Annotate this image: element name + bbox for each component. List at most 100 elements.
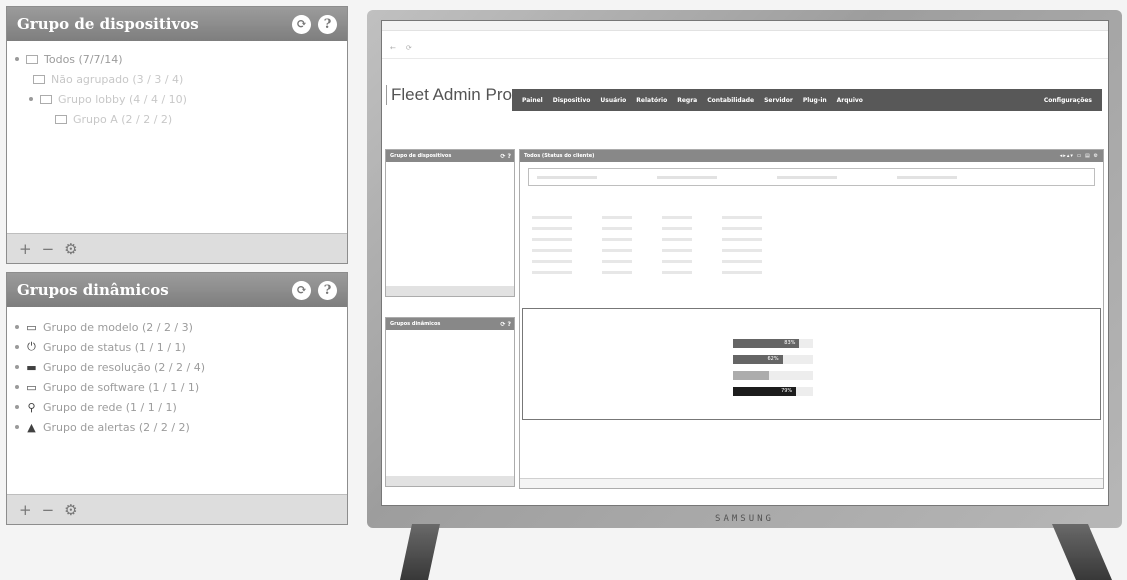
help-icon[interactable]: ? — [318, 280, 337, 300]
folder-icon — [26, 54, 38, 64]
nav-item[interactable]: Painel — [522, 97, 543, 104]
expand-icon[interactable] — [29, 97, 33, 101]
display-icon: ▬ — [26, 360, 37, 374]
folder-icon — [40, 94, 52, 104]
device-groups-title: Grupo de dispositivos — [17, 15, 199, 33]
dynamic-group-label: Grupo de software (1 / 1 / 1) — [43, 380, 200, 394]
dynamic-group-list: ▭ Grupo de modelo (2 / 2 / 3) ⏻ Grupo de… — [7, 307, 347, 445]
status-filter-bar[interactable] — [528, 168, 1095, 186]
table-row[interactable] — [520, 267, 1103, 278]
tree-item-all[interactable]: Todos (7/7/14) — [15, 49, 339, 69]
add-group-button[interactable]: + — [19, 240, 32, 258]
back-arrow-icon[interactable]: ← — [390, 44, 396, 52]
dynamic-group-item[interactable]: ▲ Grupo de alertas (2 / 2 / 2) — [15, 417, 339, 437]
filter-item[interactable] — [777, 175, 837, 179]
dynamic-group-label: Grupo de status (1 / 1 / 1) — [43, 340, 186, 354]
power-icon: ⏻ — [27, 340, 36, 353]
refresh-icon[interactable]: ⟳ — [292, 14, 311, 34]
tree-item-label: Grupo A (2 / 2 / 2) — [73, 112, 173, 126]
dynamic-groups-footer: + − ⚙ — [7, 494, 347, 524]
dynamic-group-label: Grupo de alertas (2 / 2 / 2) — [43, 420, 190, 434]
monitor-stand-left — [400, 524, 440, 580]
dynamic-groups-header: Grupos dinâmicos ⟳ ? — [7, 273, 347, 307]
device-groups-panel: Grupo de dispositivos ⟳ ? Todos (7/7/14)… — [6, 6, 348, 264]
list-bullet — [15, 405, 19, 409]
tree-item-lobby[interactable]: Grupo lobby (4 / 4 / 10) — [15, 89, 339, 109]
nav-item[interactable]: Relatório — [636, 97, 667, 104]
dynamic-group-label: Grupo de resolução (2 / 2 / 4) — [43, 360, 206, 374]
device-detail-panel: 83% 62% 79% — [522, 308, 1101, 420]
dynamic-group-item[interactable]: ▭ Grupo de modelo (2 / 2 / 3) — [15, 317, 339, 337]
screen-main-header: Todos (Status do cliente) ◂▸▴▾ ▭ ▤ ⚙ — [520, 150, 1103, 162]
toolbar-icons[interactable]: ◂▸▴▾ ▭ ▤ ⚙ — [1060, 153, 1099, 159]
tree-item-ungrouped[interactable]: Não agrupado (3 / 3 / 4) — [15, 69, 339, 89]
dynamic-groups-title: Grupos dinâmicos — [17, 281, 169, 299]
list-bullet — [15, 365, 19, 369]
remove-group-button[interactable]: − — [42, 240, 55, 258]
dynamic-group-item[interactable]: ⚲ Grupo de rede (1 / 1 / 1) — [15, 397, 339, 417]
monitor-icon: ▭ — [26, 380, 37, 394]
dynamic-group-label: Grupo de rede (1 / 1 / 1) — [43, 400, 177, 414]
device-groups-footer: + − ⚙ — [7, 233, 347, 263]
screen-panel-title: Grupos dinâmicos — [390, 321, 441, 327]
remove-group-button[interactable]: − — [42, 501, 55, 519]
list-bullet — [15, 325, 19, 329]
filter-item[interactable] — [537, 175, 597, 179]
device-group-tree: Todos (7/7/14) Não agrupado (3 / 3 / 4) … — [7, 41, 347, 137]
app-logo: Fleet Admin Pro — [386, 85, 512, 105]
filter-item[interactable] — [897, 175, 957, 179]
nav-item[interactable]: Usuário — [600, 97, 626, 104]
main-nav: Painel Dispositivo Usuário Relatório Reg… — [512, 89, 1102, 111]
monitor-stand-right — [1052, 524, 1112, 580]
dynamic-group-item[interactable]: ▬ Grupo de resolução (2 / 2 / 4) — [15, 357, 339, 377]
usage-bar: 62% — [733, 355, 813, 364]
tree-item-group-a[interactable]: Grupo A (2 / 2 / 2) — [15, 109, 339, 129]
list-bullet — [15, 425, 19, 429]
screen-main-panel: Todos (Status do cliente) ◂▸▴▾ ▭ ▤ ⚙ 83% — [519, 149, 1104, 489]
refresh-icon[interactable]: ⟳ ? — [500, 321, 511, 328]
usage-bar-fill: 79% — [733, 387, 797, 396]
browser-titlebar — [382, 21, 1108, 31]
nav-config[interactable]: Configurações — [1044, 97, 1092, 104]
expand-icon[interactable] — [15, 57, 19, 61]
monitor-screen: ← ⟳ Fleet Admin Pro Painel Dispositivo U… — [381, 20, 1109, 506]
screen-main-title: Todos (Status do cliente) — [524, 153, 595, 159]
dynamic-groups-panel: Grupos dinâmicos ⟳ ? ▭ Grupo de modelo (… — [6, 272, 348, 525]
table-row[interactable] — [520, 212, 1103, 223]
add-group-button[interactable]: + — [19, 501, 32, 519]
refresh-icon[interactable]: ⟳ ? — [500, 153, 511, 160]
settings-gear-button[interactable]: ⚙ — [64, 501, 77, 519]
table-row[interactable] — [520, 234, 1103, 245]
table-row[interactable] — [520, 223, 1103, 234]
screen-panel-header: Grupo de dispositivos ⟳ ? — [386, 150, 514, 162]
status-bar — [520, 478, 1103, 488]
table-row[interactable] — [520, 245, 1103, 256]
nav-item[interactable]: Dispositivo — [553, 97, 591, 104]
screen-panel-header: Grupos dinâmicos ⟳ ? — [386, 318, 514, 330]
reload-icon[interactable]: ⟳ — [406, 44, 412, 52]
nav-item[interactable]: Plug-in — [803, 97, 827, 104]
nav-item[interactable]: Contabilidade — [707, 97, 754, 104]
folder-icon — [33, 74, 45, 84]
warning-icon: ▲ — [27, 420, 36, 434]
table-row[interactable] — [520, 256, 1103, 267]
monitor-bezel: ← ⟳ Fleet Admin Pro Painel Dispositivo U… — [367, 10, 1122, 528]
filter-item[interactable] — [657, 175, 717, 179]
network-icon: ⚲ — [27, 400, 36, 414]
usage-bar: 83% — [733, 339, 813, 348]
nav-item[interactable]: Servidor — [764, 97, 793, 104]
nav-item[interactable]: Regra — [677, 97, 697, 104]
settings-gear-button[interactable]: ⚙ — [64, 240, 77, 258]
screen-panel-title: Grupo de dispositivos — [390, 153, 452, 159]
dynamic-group-item[interactable]: ▭ Grupo de software (1 / 1 / 1) — [15, 377, 339, 397]
refresh-icon[interactable]: ⟳ — [292, 280, 311, 300]
tree-item-label: Não agrupado (3 / 3 / 4) — [51, 72, 184, 86]
tree-item-label: Todos (7/7/14) — [44, 52, 123, 66]
dynamic-group-label: Grupo de modelo (2 / 2 / 3) — [43, 320, 193, 334]
dynamic-group-item[interactable]: ⏻ Grupo de status (1 / 1 / 1) — [15, 337, 339, 357]
usage-bar-fill: 83% — [733, 339, 800, 348]
usage-bar — [733, 371, 813, 380]
nav-item[interactable]: Arquivo — [837, 97, 863, 104]
usage-bar-fill: 62% — [733, 355, 783, 364]
help-icon[interactable]: ? — [318, 14, 337, 34]
